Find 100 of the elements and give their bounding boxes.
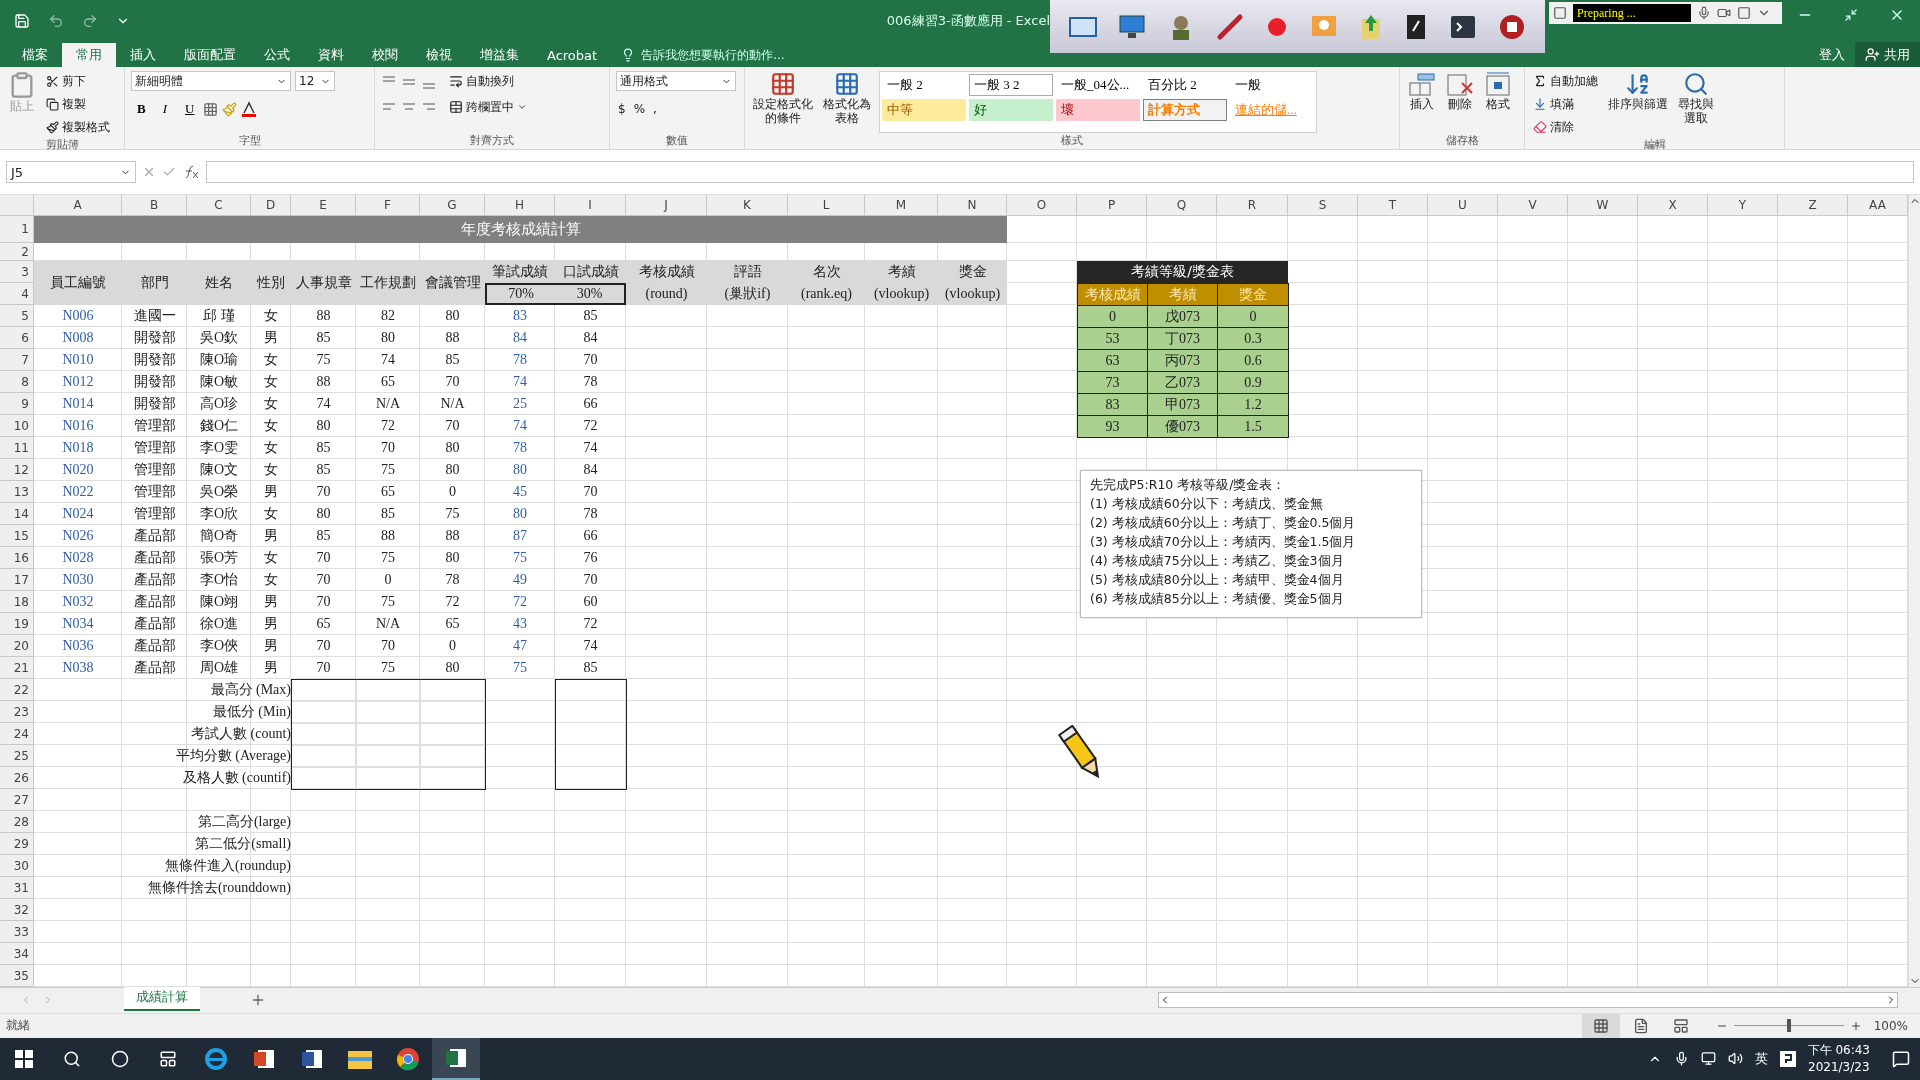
currency-button[interactable]: $: [616, 99, 628, 119]
cell-style[interactable]: 一般 3 2: [969, 74, 1053, 96]
row-header[interactable]: 9: [0, 393, 34, 416]
column-header[interactable]: H: [485, 195, 555, 217]
column-header[interactable]: S: [1288, 195, 1358, 217]
fill-button[interactable]: 填滿: [1531, 94, 1600, 114]
column-header[interactable]: C: [187, 195, 251, 217]
user-icon[interactable]: [1865, 47, 1880, 62]
row-header[interactable]: 13: [0, 481, 34, 504]
row-header[interactable]: 27: [0, 789, 34, 812]
page-icon[interactable]: [1632, 1017, 1649, 1034]
task-view-icon[interactable]: [159, 1050, 177, 1068]
row-header[interactable]: 6: [0, 327, 34, 350]
eraser-icon[interactable]: [1533, 120, 1547, 134]
ribbon-tab[interactable]: 常用: [62, 43, 116, 67]
input-method[interactable]: 英: [1754, 1050, 1768, 1068]
row-header[interactable]: 5: [0, 305, 34, 328]
row-header[interactable]: 14: [0, 503, 34, 526]
format-painter-button[interactable]: 複製格式: [44, 117, 112, 137]
circle-icon[interactable]: [111, 1050, 129, 1068]
taskbar-app[interactable]: [432, 1038, 480, 1080]
column-header[interactable]: F: [356, 195, 420, 217]
vertical-scrollbar[interactable]: [1908, 195, 1920, 988]
volume-icon[interactable]: [1727, 1051, 1743, 1067]
row-header[interactable]: 30: [0, 855, 34, 878]
ribbon-tab[interactable]: 插入: [116, 43, 170, 67]
grid-icon[interactable]: [770, 71, 796, 97]
row-header[interactable]: 21: [0, 657, 34, 680]
cut-button[interactable]: 剪下: [44, 71, 112, 91]
camera-icon[interactable]: [1717, 6, 1731, 20]
row-header[interactable]: 15: [0, 525, 34, 548]
sort-icon[interactable]: [1625, 71, 1651, 97]
row-header[interactable]: 11: [0, 437, 34, 460]
column-header[interactable]: U: [1428, 195, 1498, 217]
wrap-text-button[interactable]: 自動換列: [447, 71, 529, 91]
caret-icon[interactable]: [517, 102, 527, 112]
page-break-icon[interactable]: [1672, 1017, 1689, 1034]
wrap-icon[interactable]: [449, 74, 463, 88]
pen-icon[interactable]: [1215, 12, 1244, 41]
arrow-down-icon[interactable]: [1533, 97, 1547, 111]
zoom-in-icon[interactable]: [1849, 1019, 1862, 1032]
row-header[interactable]: 26: [0, 767, 34, 790]
number-format-field[interactable]: 通用格式: [616, 71, 736, 91]
column-header[interactable]: P: [1077, 195, 1147, 217]
ime-mode-icon[interactable]: [1779, 1051, 1796, 1067]
format-as-table-button[interactable]: 格式化為 表格: [821, 71, 873, 133]
row-header[interactable]: 31: [0, 877, 34, 900]
column-header[interactable]: D: [251, 195, 291, 217]
column-header[interactable]: O: [1007, 195, 1077, 217]
ribbon-tab[interactable]: 增益集: [466, 43, 533, 67]
insert-cells-icon[interactable]: [1408, 71, 1436, 97]
borders-icon[interactable]: [203, 101, 218, 117]
row-header[interactable]: 2: [0, 243, 34, 262]
browser-icon[interactable]: [204, 1047, 228, 1071]
copy-icon[interactable]: [46, 97, 59, 111]
undo-icon[interactable]: [48, 13, 64, 29]
column-header[interactable]: J: [626, 195, 707, 217]
share-button[interactable]: 共用: [1855, 42, 1920, 67]
row-header[interactable]: 25: [0, 745, 34, 768]
row-header[interactable]: 32: [0, 899, 34, 922]
column-header[interactable]: X: [1638, 195, 1708, 217]
terminal-icon[interactable]: [1449, 13, 1478, 40]
stop-icon[interactable]: [1553, 6, 1567, 20]
column-header[interactable]: G: [420, 195, 485, 217]
paintbrush-icon[interactable]: [46, 120, 59, 134]
row-header[interactable]: 35: [0, 965, 34, 988]
sort-filter-button[interactable]: 排序與篩選: [1606, 71, 1670, 137]
conditional-formatting-button[interactable]: 設定格式化 的條件: [751, 71, 815, 133]
row-header[interactable]: 16: [0, 547, 34, 570]
save-icon[interactable]: [14, 13, 30, 29]
column-header[interactable]: E: [291, 195, 356, 217]
cells-button[interactable]: 格式: [1482, 71, 1514, 133]
column-header[interactable]: Z: [1778, 195, 1848, 217]
sigma-icon[interactable]: [1533, 74, 1547, 88]
ribbon-tab[interactable]: 檔案: [8, 43, 62, 67]
notification-icon[interactable]: [1892, 1050, 1910, 1068]
slider-thumb[interactable]: [1786, 1019, 1791, 1033]
column-header[interactable]: T: [1358, 195, 1428, 217]
column-header[interactable]: K: [707, 195, 788, 217]
column-header[interactable]: V: [1498, 195, 1568, 217]
font-color-icon[interactable]: [241, 101, 257, 117]
ribbon-tab[interactable]: 資料: [304, 43, 358, 67]
column-header[interactable]: A: [34, 195, 122, 217]
row-header[interactable]: 3: [0, 261, 34, 284]
row-header[interactable]: 17: [0, 569, 34, 592]
row-header[interactable]: 12: [0, 459, 34, 482]
monitor-icon[interactable]: [1117, 13, 1146, 40]
merge-icon[interactable]: [449, 100, 463, 114]
percent-button[interactable]: %: [631, 99, 648, 119]
underline-button[interactable]: U: [179, 99, 199, 119]
clock[interactable]: 下午 06:43 2021/3/23: [1807, 1042, 1870, 1076]
autosum-button[interactable]: 自動加總: [1531, 71, 1600, 91]
row-header[interactable]: 19: [0, 613, 34, 636]
row-header[interactable]: 10: [0, 415, 34, 438]
scissors-icon[interactable]: [46, 74, 59, 88]
grid-icon[interactable]: [834, 71, 860, 97]
grid-icon[interactable]: [1592, 1017, 1609, 1034]
search-icon[interactable]: [63, 1050, 81, 1068]
name-box[interactable]: J5: [6, 161, 136, 183]
row-header[interactable]: 34: [0, 943, 34, 966]
